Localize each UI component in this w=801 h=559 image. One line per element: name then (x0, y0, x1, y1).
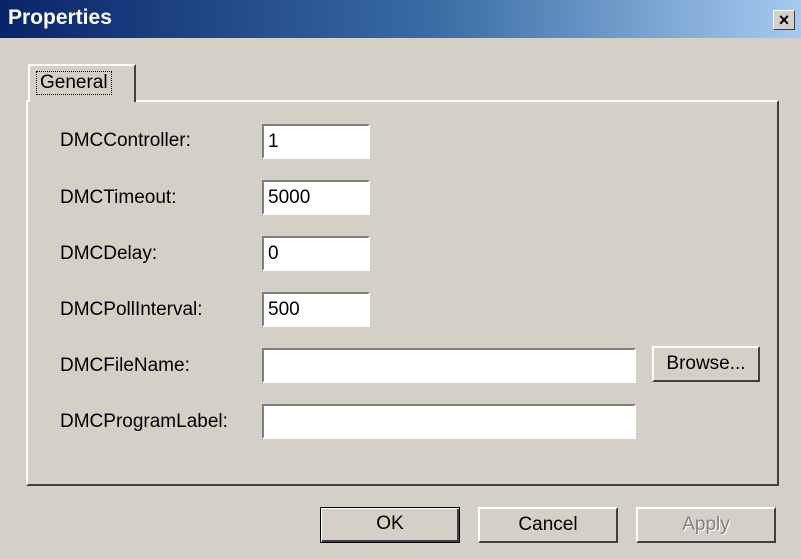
close-button[interactable]: × (773, 10, 795, 30)
dmc-controller-field[interactable] (262, 124, 370, 159)
dmc-delay-label: DMCDelay: (60, 243, 158, 264)
dmc-timeout-field[interactable] (262, 180, 370, 215)
dmc-timeout-label: DMCTimeout: (60, 187, 177, 208)
ok-button[interactable]: OK (320, 507, 460, 543)
dmc-file-name-field[interactable] (262, 348, 636, 383)
dmc-program-label-field[interactable] (262, 404, 636, 439)
close-icon: × (778, 10, 790, 30)
cancel-button[interactable]: Cancel (478, 507, 618, 543)
dmc-poll-interval-label: DMCPollInterval: (60, 299, 203, 320)
dmc-delay-field[interactable] (262, 236, 370, 271)
title-bar[interactable]: Properties × (0, 0, 801, 38)
apply-button[interactable]: Apply (636, 507, 776, 543)
dmc-controller-label: DMCController: (60, 130, 191, 151)
tab-general-label: General (36, 71, 112, 95)
dmc-file-name-label: DMCFileName: (60, 355, 190, 376)
tab-general[interactable]: General (28, 64, 136, 102)
dmc-poll-interval-field[interactable] (262, 292, 370, 327)
window-title: Properties (8, 6, 112, 29)
browse-button[interactable]: Browse... (652, 346, 760, 382)
dmc-program-label-label: DMCProgramLabel: (60, 411, 228, 432)
